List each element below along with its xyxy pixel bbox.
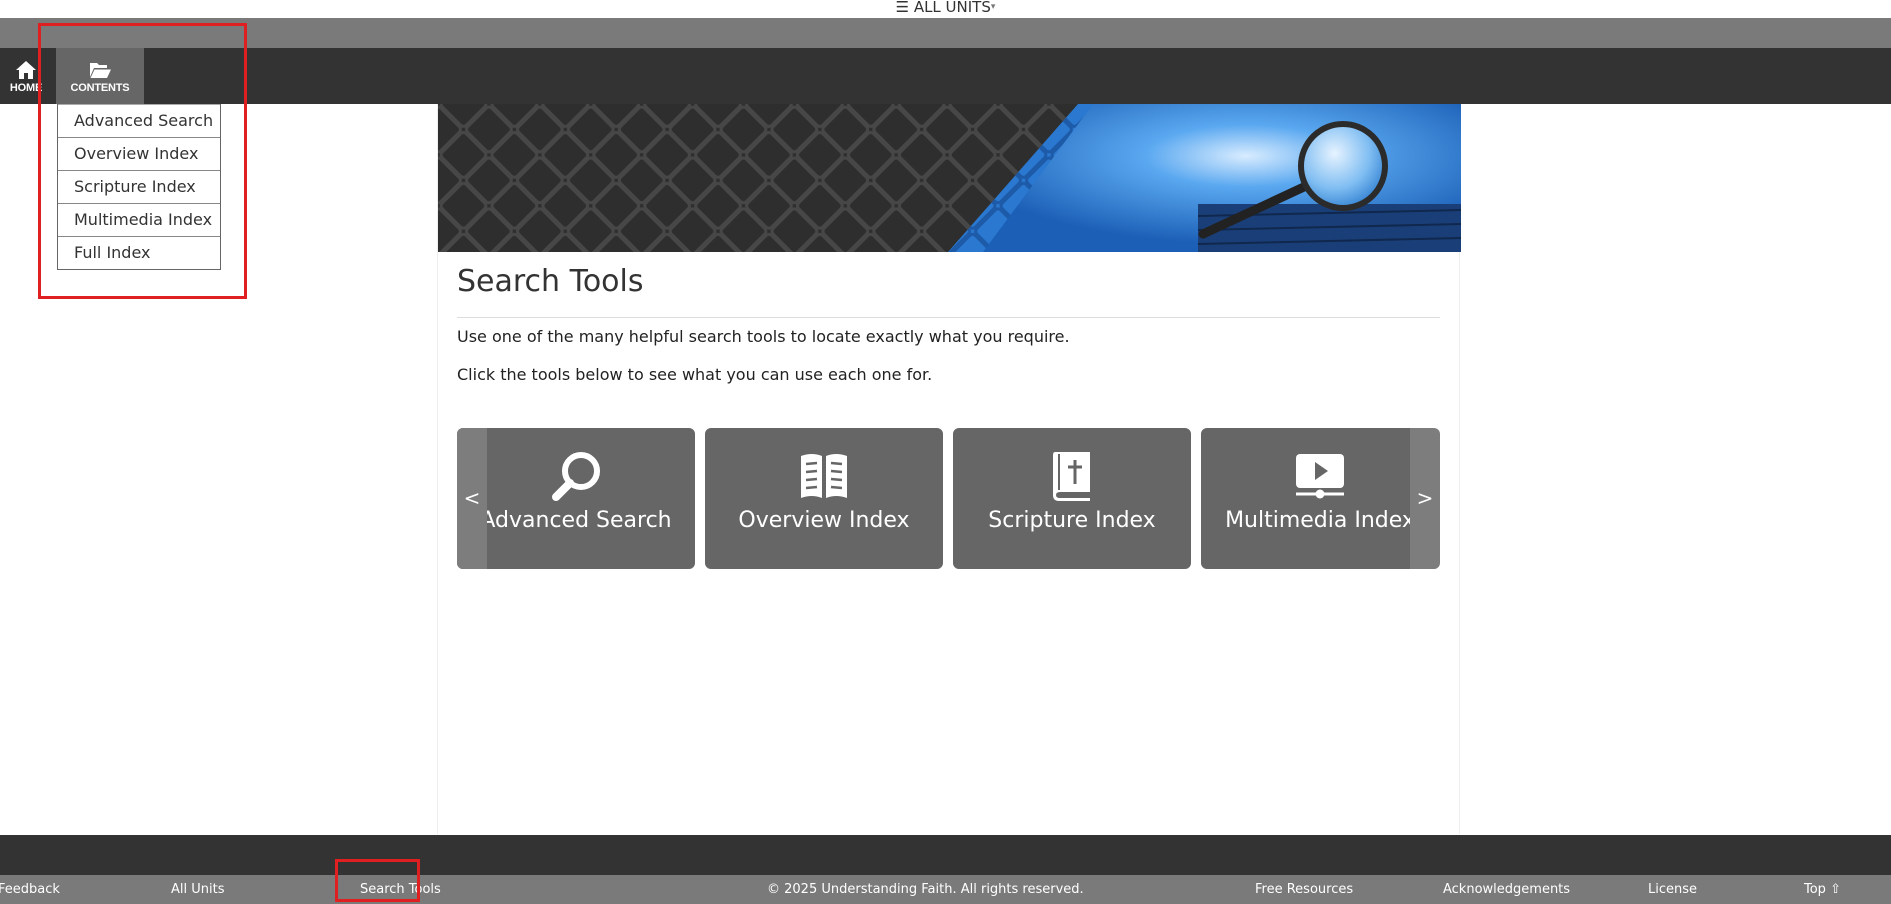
hamburger-icon: ☰ (895, 0, 910, 16)
carousel-prev-button[interactable]: < (457, 428, 487, 569)
intro-text: Use one of the many helpful search tools… (457, 327, 1070, 346)
search-tools-carousel: Advanced Search Overview Index Scripture… (457, 428, 1440, 569)
card-label: Multimedia Index (1225, 508, 1415, 533)
open-book-icon (801, 454, 847, 498)
footer-link-feedback[interactable]: Feedback (0, 882, 60, 897)
card-label: Advanced Search (480, 508, 672, 533)
highlight-box-contents (38, 23, 247, 299)
title-divider (457, 317, 1440, 318)
video-player-icon (1296, 454, 1344, 499)
footer-link-license[interactable]: License (1648, 882, 1697, 897)
instructions-text: Click the tools below to see what you ca… (457, 365, 933, 384)
card-advanced-search[interactable]: Advanced Search (457, 428, 695, 569)
footer-link-free-resources[interactable]: Free Resources (1255, 882, 1353, 897)
header-strip (0, 18, 1891, 48)
search-banner-image (438, 104, 1461, 252)
card-multimedia-index[interactable]: Multimedia Index (1201, 428, 1439, 569)
card-overview-index[interactable]: Overview Index (705, 428, 943, 569)
footer-link-top[interactable]: Top ⇧ (1804, 882, 1841, 897)
main-nav: HOME CONTENTS (0, 48, 1891, 104)
highlight-box-search-tools (335, 859, 420, 902)
home-icon (16, 61, 36, 79)
page: ☰ ALL UNITS▾ HOME CONTENTS Advanced Sear… (0, 0, 1891, 904)
all-units-label: ALL UNITS (913, 0, 991, 16)
bible-icon (1053, 452, 1090, 501)
footer-link-all-units[interactable]: All Units (171, 882, 225, 897)
footer-copyright: © 2025 Understanding Faith. All rights r… (767, 882, 1084, 897)
carousel-next-button[interactable]: > (1410, 428, 1440, 569)
footer-bar (0, 835, 1891, 875)
caret-down-icon: ▾ (990, 2, 996, 12)
main-content: Search Tools Use one of the many helpful… (437, 104, 1461, 834)
all-units-menu[interactable]: ☰ ALL UNITS▾ (0, 0, 1891, 18)
footer-link-acknowledgements[interactable]: Acknowledgements (1443, 882, 1570, 897)
page-title: Search Tools (457, 264, 644, 299)
card-scripture-index[interactable]: Scripture Index (953, 428, 1191, 569)
magnifier-icon (552, 452, 600, 501)
card-label: Scripture Index (988, 508, 1156, 533)
card-label: Overview Index (738, 508, 910, 533)
footer-links: Feedback All Units Search Tools © 2025 U… (0, 875, 1891, 904)
